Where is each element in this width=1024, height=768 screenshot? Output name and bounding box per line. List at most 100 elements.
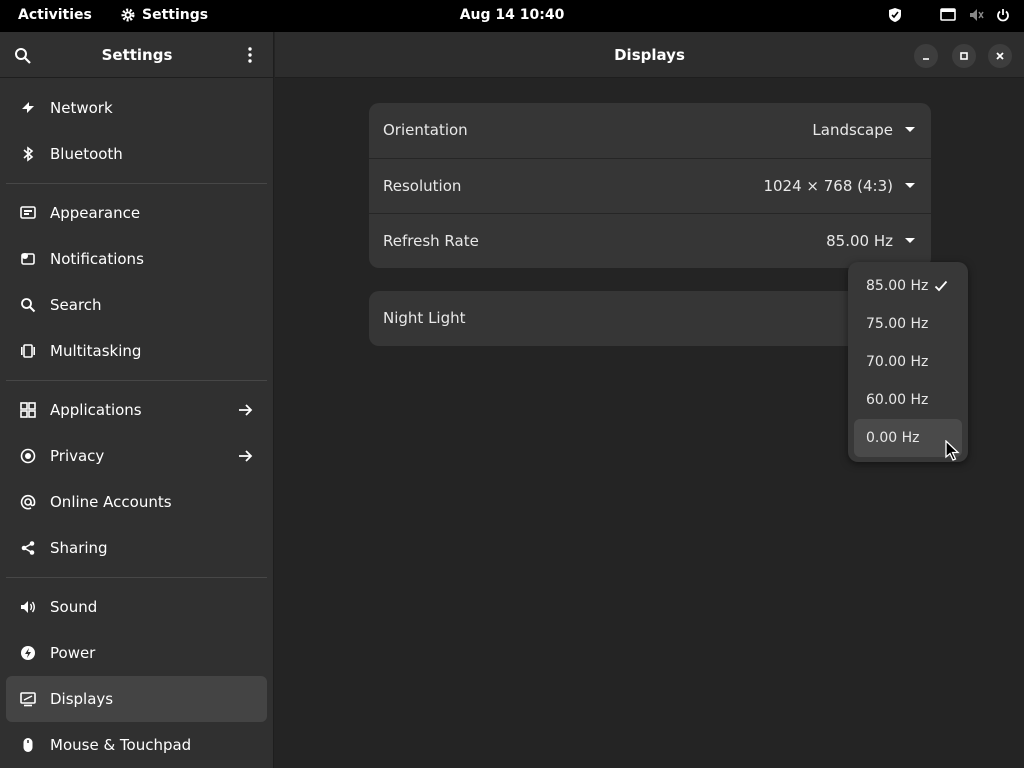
sidebar-item-bluetooth[interactable]: Bluetooth: [6, 131, 267, 177]
refresh-option-label: 0.00 Hz: [866, 430, 920, 446]
refresh-rate-label: Refresh Rate: [383, 232, 479, 250]
multitasking-icon: [20, 343, 36, 359]
display-indicator-icon[interactable]: [940, 8, 956, 22]
sidebar-item-label: Multitasking: [50, 342, 142, 360]
sidebar-item-power[interactable]: Power: [6, 630, 267, 676]
orientation-value[interactable]: Landscape: [812, 121, 893, 139]
shield-icon[interactable]: [888, 7, 902, 23]
close-icon: [996, 52, 1004, 60]
displays-icon: [20, 691, 36, 707]
sidebar-item-sound[interactable]: Sound: [6, 584, 267, 630]
divider: [6, 380, 267, 381]
sidebar-list: Network Bluetooth Appearance Notificatio…: [0, 78, 273, 768]
sidebar-item-label: Notifications: [50, 250, 144, 268]
night-light-label: Night Light: [383, 309, 466, 327]
refresh-option-60[interactable]: 60.00 Hz: [854, 381, 962, 419]
divider: [6, 183, 267, 184]
display-settings-card: Orientation Landscape Resolution 1024 × …: [369, 103, 931, 268]
refresh-rate-row[interactable]: Refresh Rate 85.00 Hz: [369, 213, 931, 268]
refresh-rate-popover: 85.00 Hz 75.00 Hz 70.00 Hz 60.00 Hz 0.00…: [848, 262, 968, 462]
search-icon[interactable]: [14, 47, 32, 65]
resolution-row[interactable]: Resolution 1024 × 768 (4:3): [369, 158, 931, 213]
notifications-icon: [20, 251, 36, 267]
sidebar-header: Settings: [0, 32, 273, 78]
privacy-icon: [20, 448, 36, 464]
refresh-rate-value[interactable]: 85.00 Hz: [826, 232, 893, 250]
sidebar-item-label: Power: [50, 644, 96, 662]
gear-icon: [121, 8, 135, 22]
dropdown-arrow-icon[interactable]: [905, 127, 915, 132]
refresh-option-label: 85.00 Hz: [866, 278, 929, 294]
activities-button[interactable]: Activities: [18, 7, 92, 23]
mouse-icon: [20, 737, 36, 753]
checkmark-icon: [934, 280, 948, 292]
sidebar-item-label: Sharing: [50, 539, 108, 557]
network-icon: [20, 100, 36, 116]
refresh-option-75[interactable]: 75.00 Hz: [854, 305, 962, 343]
night-light-card[interactable]: Night Light: [369, 291, 931, 346]
dropdown-arrow-icon[interactable]: [905, 183, 915, 188]
main-header: Displays: [275, 32, 1024, 78]
sidebar-item-network[interactable]: Network: [6, 85, 267, 131]
sidebar-item-label: Displays: [50, 690, 114, 708]
appearance-icon: [20, 205, 36, 221]
sidebar-item-mouse-touchpad[interactable]: Mouse & Touchpad: [6, 722, 267, 768]
sidebar-item-label: Bluetooth: [50, 145, 123, 163]
page-title: Displays: [614, 46, 685, 64]
sidebar-item-label: Appearance: [50, 204, 141, 222]
volume-muted-icon[interactable]: [968, 7, 984, 23]
sidebar-item-sharing[interactable]: Sharing: [6, 525, 267, 571]
sidebar-item-notifications[interactable]: Notifications: [6, 236, 267, 282]
power-icon[interactable]: [996, 8, 1010, 22]
divider: [6, 577, 267, 578]
night-light-row[interactable]: Night Light: [369, 291, 931, 346]
kebab-menu-icon[interactable]: [240, 45, 260, 65]
minimize-button[interactable]: [914, 44, 938, 68]
maximize-button[interactable]: [952, 44, 976, 68]
maximize-icon: [960, 52, 968, 60]
refresh-option-label: 70.00 Hz: [866, 354, 929, 370]
sharing-icon: [20, 540, 36, 556]
app-menu-label: Settings: [142, 7, 209, 23]
sidebar-item-search[interactable]: Search: [6, 282, 267, 328]
sidebar-item-label: Search: [50, 296, 102, 314]
arrow-right-icon: [239, 404, 253, 416]
close-button[interactable]: [988, 44, 1012, 68]
sidebar-item-label: Mouse & Touchpad: [50, 736, 192, 754]
sidebar-item-multitasking[interactable]: Multitasking: [6, 328, 267, 374]
sidebar-item-appearance[interactable]: Appearance: [6, 190, 267, 236]
sidebar-item-label: Online Accounts: [50, 493, 172, 511]
sidebar-item-label: Sound: [50, 598, 98, 616]
clock[interactable]: Aug 14 10:40: [460, 7, 565, 23]
app-menu[interactable]: Settings: [120, 7, 208, 23]
orientation-label: Orientation: [383, 121, 468, 139]
search-icon: [20, 297, 36, 313]
online-accounts-icon: [20, 494, 36, 510]
refresh-option-label: 75.00 Hz: [866, 316, 929, 332]
resolution-label: Resolution: [383, 177, 462, 195]
sidebar-item-privacy[interactable]: Privacy: [6, 433, 267, 479]
refresh-option-label: 60.00 Hz: [866, 392, 929, 408]
bluetooth-icon: [20, 146, 36, 162]
power-icon: [20, 645, 36, 661]
sound-icon: [20, 599, 36, 615]
refresh-option-70[interactable]: 70.00 Hz: [854, 343, 962, 381]
arrow-right-icon: [239, 450, 253, 462]
mouse-cursor-icon: [945, 440, 960, 461]
minimize-icon: [923, 58, 929, 60]
sidebar: Settings Network Bluetooth Appearance No…: [0, 32, 274, 768]
sidebar-item-label: Privacy: [50, 447, 105, 465]
resolution-value[interactable]: 1024 × 768 (4:3): [763, 177, 893, 195]
applications-icon: [20, 402, 36, 418]
refresh-option-85[interactable]: 85.00 Hz: [854, 267, 962, 305]
dropdown-arrow-icon[interactable]: [905, 238, 915, 243]
sidebar-item-online-accounts[interactable]: Online Accounts: [6, 479, 267, 525]
sidebar-item-applications[interactable]: Applications: [6, 387, 267, 433]
sidebar-item-displays[interactable]: Displays: [6, 676, 267, 722]
top-bar: Activities Settings Aug 14 10:40: [0, 0, 1024, 32]
system-tray[interactable]: [888, 7, 1010, 23]
sidebar-item-label: Applications: [50, 401, 142, 419]
sidebar-item-label: Network: [50, 99, 113, 117]
orientation-row[interactable]: Orientation Landscape: [369, 103, 931, 158]
sidebar-title: Settings: [101, 46, 173, 64]
